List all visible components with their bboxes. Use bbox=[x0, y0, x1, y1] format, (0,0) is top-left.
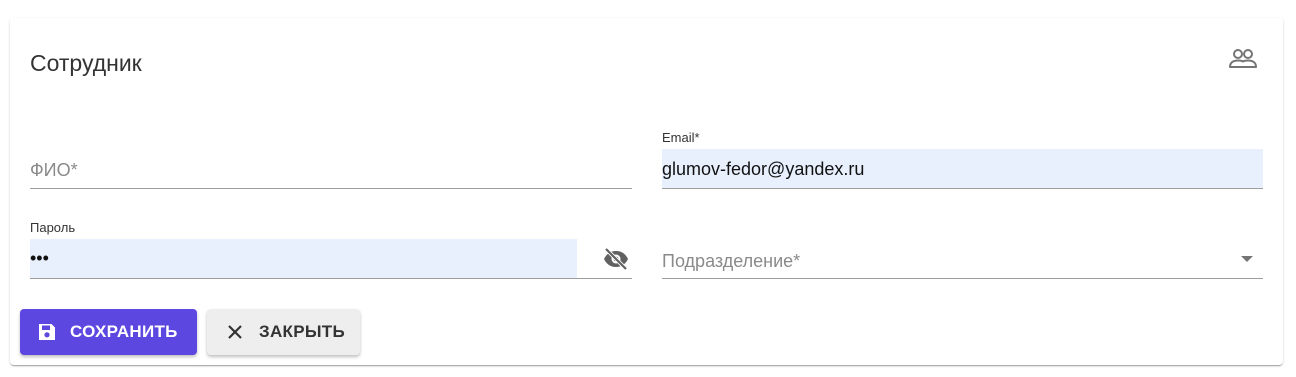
password-underline bbox=[30, 239, 632, 279]
email-value: glumov-fedor@yandex.ru bbox=[662, 159, 865, 179]
fio-placeholder: ФИО* bbox=[30, 160, 78, 180]
fio-input[interactable] bbox=[30, 148, 632, 189]
password-value: ••• bbox=[30, 248, 49, 268]
form-title: Сотрудник bbox=[30, 50, 142, 76]
people-icon bbox=[1229, 49, 1257, 68]
department-placeholder: Подразделение* bbox=[662, 251, 801, 271]
password-field[interactable]: Пароль ••• bbox=[30, 220, 632, 280]
close-button-label: ЗАКРЫТЬ bbox=[259, 322, 345, 341]
department-select[interactable]: Подразделение* bbox=[662, 239, 1263, 279]
email-label: Email* bbox=[662, 130, 700, 145]
employee-form-card: Сотрудник ФИО* Email* glumov-fedor@yande… bbox=[10, 18, 1283, 365]
save-button[interactable]: СОХРАНИТЬ bbox=[20, 309, 197, 355]
close-button[interactable]: ЗАКРЫТЬ bbox=[207, 309, 360, 355]
close-icon bbox=[228, 325, 242, 339]
floppy-disk-icon bbox=[39, 324, 55, 340]
email-field[interactable]: Email* glumov-fedor@yandex.ru bbox=[662, 130, 1263, 190]
password-label: Пароль bbox=[30, 220, 76, 235]
fio-field[interactable]: ФИО* bbox=[30, 148, 632, 189]
caret-down-icon[interactable] bbox=[1241, 256, 1253, 262]
save-button-label: СОХРАНИТЬ bbox=[70, 322, 178, 341]
eye-off-icon[interactable] bbox=[602, 247, 630, 271]
